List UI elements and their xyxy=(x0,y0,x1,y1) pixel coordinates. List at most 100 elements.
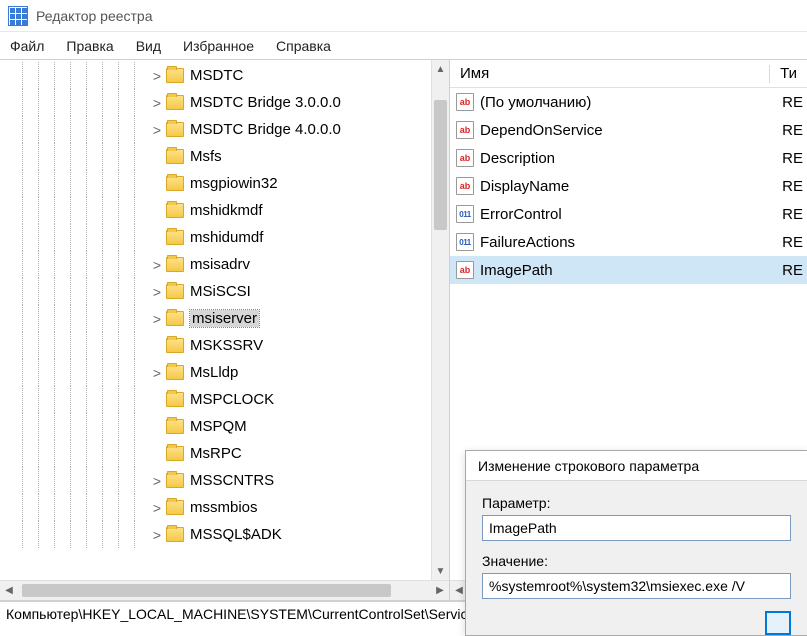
scroll-right-icon[interactable]: ▶ xyxy=(431,581,449,600)
tree-item[interactable]: >MSPCLOCK xyxy=(0,386,449,413)
value-name: DisplayName xyxy=(480,178,569,195)
tree-item[interactable]: > msiserver xyxy=(0,305,449,332)
tree-item[interactable]: > MSDTC Bridge 3.0.0.0 xyxy=(0,89,449,116)
col-name[interactable]: Имя xyxy=(450,65,769,82)
tree-item[interactable]: >MSDTC Bridge 4.0.0.0 xyxy=(0,116,449,143)
menu-edit[interactable]: Правка xyxy=(66,38,113,54)
tree-label: MsLldp xyxy=(190,364,238,381)
tree-hscrollbar[interactable]: ◀ ▶ xyxy=(0,580,449,600)
expander-icon[interactable]: > xyxy=(150,284,164,300)
expander-icon[interactable]: > xyxy=(150,257,164,273)
tree-vscrollbar[interactable]: ▲ ▼ xyxy=(431,60,449,580)
reg-ab-icon: ab xyxy=(456,149,474,167)
value-type: RE xyxy=(782,234,807,251)
folder-icon xyxy=(166,68,184,83)
tree-item[interactable]: >MSDTC xyxy=(0,62,449,89)
titlebar: Редактор реестра xyxy=(0,0,807,32)
list-row[interactable]: ErrorControlRE xyxy=(450,200,807,228)
folder-icon xyxy=(166,203,184,218)
scroll-up-icon[interactable]: ▲ xyxy=(432,60,449,78)
param-name-input[interactable] xyxy=(482,515,791,541)
expander-icon[interactable]: > xyxy=(150,311,164,327)
tree-label: MSSQL$ADK xyxy=(190,526,282,543)
value-input[interactable] xyxy=(482,573,791,599)
folder-icon xyxy=(166,284,184,299)
hscroll-thumb[interactable] xyxy=(22,584,391,597)
folder-icon xyxy=(166,392,184,407)
menu-help[interactable]: Справка xyxy=(276,38,331,54)
tree-item[interactable]: > MSSQL$ADK xyxy=(0,521,449,548)
value-type: RE xyxy=(782,122,807,139)
folder-icon xyxy=(166,122,184,137)
list-row[interactable]: abDependOnServiceRE xyxy=(450,116,807,144)
reg-ab-icon: ab xyxy=(456,261,474,279)
tree-item[interactable]: >MSKSSRV xyxy=(0,332,449,359)
tree-label: MSKSSRV xyxy=(190,337,263,354)
tree-label: msisadrv xyxy=(190,256,250,273)
folder-icon xyxy=(166,311,184,326)
expander-icon[interactable]: > xyxy=(150,473,164,489)
list-row[interactable]: ab Description RE xyxy=(450,144,807,172)
folder-icon xyxy=(166,473,184,488)
tree-label: MSPCLOCK xyxy=(190,391,274,408)
list-row[interactable]: ab ImagePath RE xyxy=(450,256,807,284)
list-row[interactable]: ab(По умолчанию)RE xyxy=(450,88,807,116)
value-name: ErrorControl xyxy=(480,206,562,223)
reg-bin-icon xyxy=(456,205,474,223)
tree-item[interactable]: > MSSCNTRS xyxy=(0,467,449,494)
expander-icon[interactable]: > xyxy=(150,122,164,138)
list-row[interactable]: FailureActions RE xyxy=(450,228,807,256)
tree-pane: >MSDTC>MSDTC Bridge 3.0.0.0>MSDTC Bridge… xyxy=(0,60,450,600)
tree-label: msiserver xyxy=(190,310,259,327)
expander-icon[interactable]: > xyxy=(150,68,164,84)
expander-icon[interactable]: > xyxy=(150,95,164,111)
tree-label: MSPQM xyxy=(190,418,247,435)
value-label: Значение: xyxy=(482,553,791,569)
menu-favorites[interactable]: Избранное xyxy=(183,38,254,54)
tree-item[interactable]: >MsRPC xyxy=(0,440,449,467)
folder-icon xyxy=(166,338,184,353)
folder-icon xyxy=(166,149,184,164)
expander-icon[interactable]: > xyxy=(150,500,164,516)
tree-item[interactable]: > MsLldp xyxy=(0,359,449,386)
value-name: FailureActions xyxy=(480,234,575,251)
list-row[interactable]: ab DisplayName RE xyxy=(450,172,807,200)
tree-label: mshidkmdf xyxy=(190,202,263,219)
folder-icon xyxy=(166,230,184,245)
value-name: ImagePath xyxy=(480,262,553,279)
scroll-thumb[interactable] xyxy=(434,100,447,230)
tree-item[interactable]: >mshidkmdf xyxy=(0,197,449,224)
tree-label: MSDTC Bridge 3.0.0.0 xyxy=(190,94,341,111)
tree-item[interactable]: > MSiSCSI xyxy=(0,278,449,305)
value-type: RE xyxy=(782,178,807,195)
tree-item[interactable]: >mssmbios xyxy=(0,494,449,521)
tree-item[interactable]: >MSPQM xyxy=(0,413,449,440)
scroll-left-icon[interactable]: ◀ xyxy=(0,581,18,600)
tree-label: MSSCNTRS xyxy=(190,472,274,489)
tree-label: MSiSCSI xyxy=(190,283,251,300)
dialog-title: Изменение строкового параметра xyxy=(466,451,807,481)
reg-ab-icon: ab xyxy=(456,93,474,111)
menu-file[interactable]: Файл xyxy=(10,38,44,54)
value-name: (По умолчанию) xyxy=(480,94,591,111)
ok-button[interactable] xyxy=(765,611,791,635)
tree-item[interactable]: >Msfs xyxy=(0,143,449,170)
value-type: RE xyxy=(782,150,807,167)
col-type[interactable]: Ти xyxy=(770,65,807,82)
reg-ab-icon: ab xyxy=(456,177,474,195)
scroll-down-icon[interactable]: ▼ xyxy=(432,562,449,580)
value-type: RE xyxy=(782,262,807,279)
folder-icon xyxy=(166,446,184,461)
value-name: Description xyxy=(480,150,555,167)
tree-item[interactable]: > msisadrv xyxy=(0,251,449,278)
menu-view[interactable]: Вид xyxy=(136,38,161,54)
param-label: Параметр: xyxy=(482,495,791,511)
folder-icon xyxy=(166,365,184,380)
expander-icon[interactable]: > xyxy=(150,365,164,381)
expander-icon[interactable]: > xyxy=(150,527,164,543)
tree-item[interactable]: >mshidumdf xyxy=(0,224,449,251)
tree-label: msgpiowin32 xyxy=(190,175,278,192)
tree-item[interactable]: >msgpiowin32 xyxy=(0,170,449,197)
reg-bin-icon xyxy=(456,233,474,251)
folder-icon xyxy=(166,95,184,110)
